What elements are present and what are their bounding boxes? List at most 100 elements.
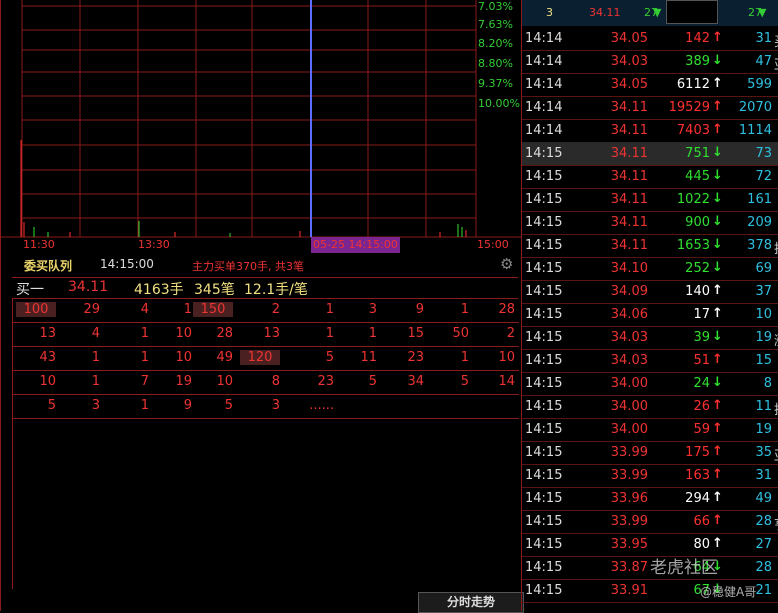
trade-volume: 175 [685, 445, 710, 460]
trade-volume: 142 [685, 31, 710, 46]
trade-row[interactable]: 14:15 34.11 445 ↓ 72 [522, 165, 778, 189]
trade-row[interactable]: 14:15 34.00 24 ↓ 8 [522, 372, 778, 396]
queue-cell: 19 [175, 374, 192, 389]
trade-row[interactable]: 14:1534.0026↑11执 [522, 395, 778, 419]
trade-price: 34.00 [610, 376, 648, 391]
trade-time: 14:15 [525, 238, 563, 253]
pct-label: 7.03% [478, 0, 513, 13]
queue-cell: 2 [271, 302, 280, 317]
trade-price: 34.03 [610, 330, 648, 345]
trade-time: 14:15 [525, 146, 563, 161]
trade-volume: 80 [693, 537, 710, 552]
trade-row[interactable]: 14:15 33.96 294 ↑ 49 [522, 487, 778, 511]
trade-row[interactable]: 14:1434.03389↓47亚 [522, 50, 778, 74]
trade-row[interactable]: 14:15 34.10 252 ↓ 69 [522, 257, 778, 281]
trade-count: 31 [755, 468, 772, 483]
trade-time: 14:15 [525, 422, 563, 437]
trade-count: 72 [755, 169, 772, 184]
trade-row[interactable]: 14:14 34.05 6112 ↑ 599 [522, 73, 778, 97]
trade-time: 14:15 [525, 307, 563, 322]
queue-cell: 9 [415, 302, 424, 317]
queue-time: 14:15:00 [100, 257, 154, 271]
queue-cell: 23 [317, 374, 334, 389]
trade-price: 33.99 [610, 468, 648, 483]
trade-volume: 294 [685, 491, 710, 506]
trade-row[interactable]: 14:15 34.11 900 ↓ 209 [522, 211, 778, 235]
trade-row[interactable]: 14:15 33.99 163 ↑ 31 [522, 464, 778, 488]
trade-time: 14:15 [525, 468, 563, 483]
queue-cell: 50 [452, 326, 469, 341]
intraday-chart[interactable] [0, 0, 522, 255]
queue-cell: 3 [91, 398, 100, 413]
queue-cell: 5 [460, 374, 469, 389]
queue-cell: 29 [83, 302, 100, 317]
trade-row[interactable]: 14:15 34.03 51 ↑ 15 [522, 349, 778, 373]
trade-row[interactable]: 14:14 34.11 7403 ↑ 1114 [522, 119, 778, 143]
trade-row[interactable]: 14:15 34.06 17 ↑ 10 [522, 303, 778, 327]
queue-cell: 120 [240, 350, 280, 365]
trade-price: 34.00 [610, 399, 648, 414]
trade-extra: 亚 [774, 54, 778, 73]
queue-cell: 15 [407, 326, 424, 341]
trade-price: 33.99 [610, 514, 648, 529]
trade-time: 14:15 [525, 284, 563, 299]
queue-cell: 1 [460, 350, 469, 365]
trade-volume: 900 [685, 215, 710, 230]
trade-row[interactable]: 14:1434.05142↑31买 [522, 27, 778, 51]
trade-price: 34.11 [610, 215, 648, 230]
trade-extra: 执 [774, 238, 778, 257]
trade-row[interactable]: 14:1534.0339↓19涨 [522, 326, 778, 350]
queue-main-order-info: 主力买单370手, 共3笔 [192, 260, 304, 273]
trade-price: 34.11 [610, 100, 648, 115]
header-value: 3 [546, 6, 553, 19]
queue-cell: 5 [224, 398, 233, 413]
trade-row[interactable]: 14:1533.9966↑28亨 [522, 510, 778, 534]
down-arrow-icon: ▼ [758, 6, 767, 19]
queue-cell: 1 [140, 326, 149, 341]
trade-price: 34.03 [610, 353, 648, 368]
trade-time: 14:15 [525, 192, 563, 207]
queue-row: 5 3 1 9 5 3...... [13, 395, 519, 419]
trade-time: 14:14 [525, 100, 563, 115]
trade-price: 33.87 [610, 560, 648, 575]
queue-cell: 14 [498, 374, 515, 389]
queue-header: 委买队列 14:15:00 主力买单370手, 共3笔 ⚙ [0, 254, 522, 276]
trade-row[interactable]: 14:15 34.00 59 ↑ 19 [522, 418, 778, 442]
trade-price: 34.11 [610, 123, 648, 138]
trade-time: 14:14 [525, 123, 563, 138]
trade-row[interactable]: 14:15 34.11 1022 ↓ 161 [522, 188, 778, 212]
trade-count: 10 [755, 307, 772, 322]
trade-row[interactable]: 14:15 34.11 751 ↓ 73 [522, 142, 778, 166]
trade-volume: 19529 [668, 100, 710, 115]
trade-price: 34.06 [610, 307, 648, 322]
trade-price: 33.99 [610, 445, 648, 460]
trade-time: 14:15 [525, 353, 563, 368]
trade-time: 14:14 [525, 54, 563, 69]
trade-count: 8 [763, 376, 772, 391]
header-box [666, 0, 718, 24]
trade-count: 1114 [738, 123, 772, 138]
queue-cell: 1 [91, 374, 100, 389]
cursor-time-label: 05-25 14:15:00 [311, 237, 400, 253]
trade-count: 378 [747, 238, 772, 253]
queue-cell: 9 [183, 398, 192, 413]
trade-volume: 6112 [676, 77, 710, 92]
trade-count: 11 [755, 399, 772, 414]
trade-time: 14:15 [525, 399, 563, 414]
queue-cell: ...... [309, 398, 334, 413]
trade-row[interactable]: 14:15 34.09 140 ↑ 37 [522, 280, 778, 304]
trade-time: 14:14 [525, 77, 563, 92]
gear-icon[interactable]: ⚙ [500, 255, 513, 273]
pct-label: 9.37% [478, 77, 513, 90]
trade-row[interactable]: 14:1534.111653↓378执 [522, 234, 778, 258]
trade-count: 69 [755, 261, 772, 276]
trade-count: 28 [755, 514, 772, 529]
queue-cell: 5 [47, 398, 56, 413]
trade-time: 14:15 [525, 376, 563, 391]
trade-time: 14:15 [525, 169, 563, 184]
queue-cell: 7 [140, 374, 149, 389]
trade-row[interactable]: 14:14 34.11 19529 ↑ 2070 [522, 96, 778, 120]
intraday-tab-button[interactable]: 分时走势 [418, 592, 524, 613]
trade-time: 14:15 [525, 514, 563, 529]
trade-row[interactable]: 14:1533.99175↑35亚 [522, 441, 778, 465]
